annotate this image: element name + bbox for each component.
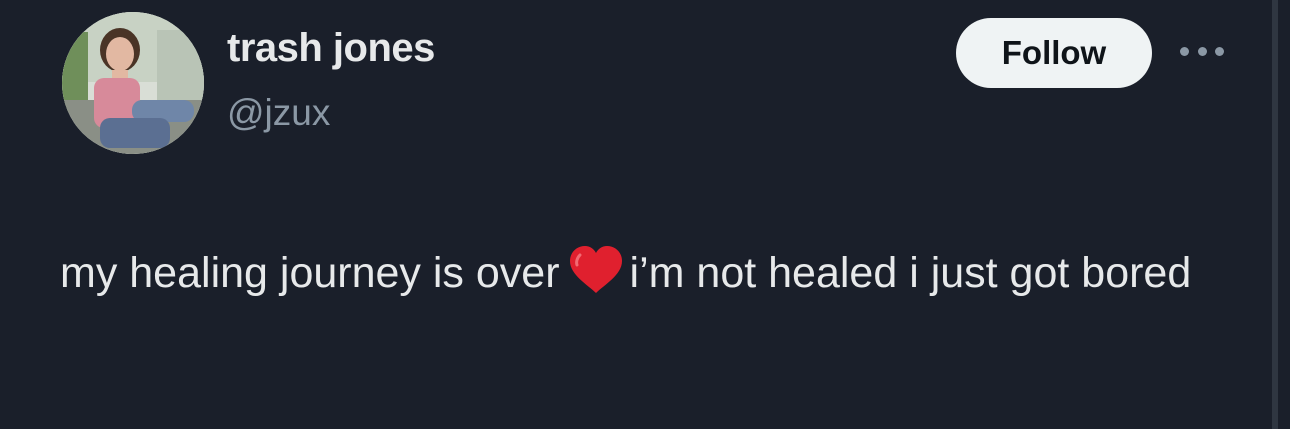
tweet-text-part: my healing journey is over [60, 249, 560, 297]
user-handle[interactable]: @jzux [227, 92, 330, 134]
tweet-card: trash jones @jzux Follow my healing jour… [0, 0, 1290, 429]
display-name[interactable]: trash jones [227, 26, 435, 71]
more-dot [1197, 46, 1207, 56]
follow-button[interactable]: Follow [956, 18, 1152, 88]
avatar[interactable] [62, 12, 204, 154]
more-dot [1215, 46, 1224, 56]
more-horizontal-icon[interactable] [1180, 44, 1224, 58]
more-dot [1180, 46, 1189, 56]
tweet-text: my healing journey is over i’m not healed… [60, 240, 1210, 306]
heart-emoji [569, 246, 622, 293]
tweet-text-part: i’m not healed i just got bored [629, 249, 1192, 297]
divider [1272, 0, 1278, 429]
avatar-image [62, 12, 204, 154]
